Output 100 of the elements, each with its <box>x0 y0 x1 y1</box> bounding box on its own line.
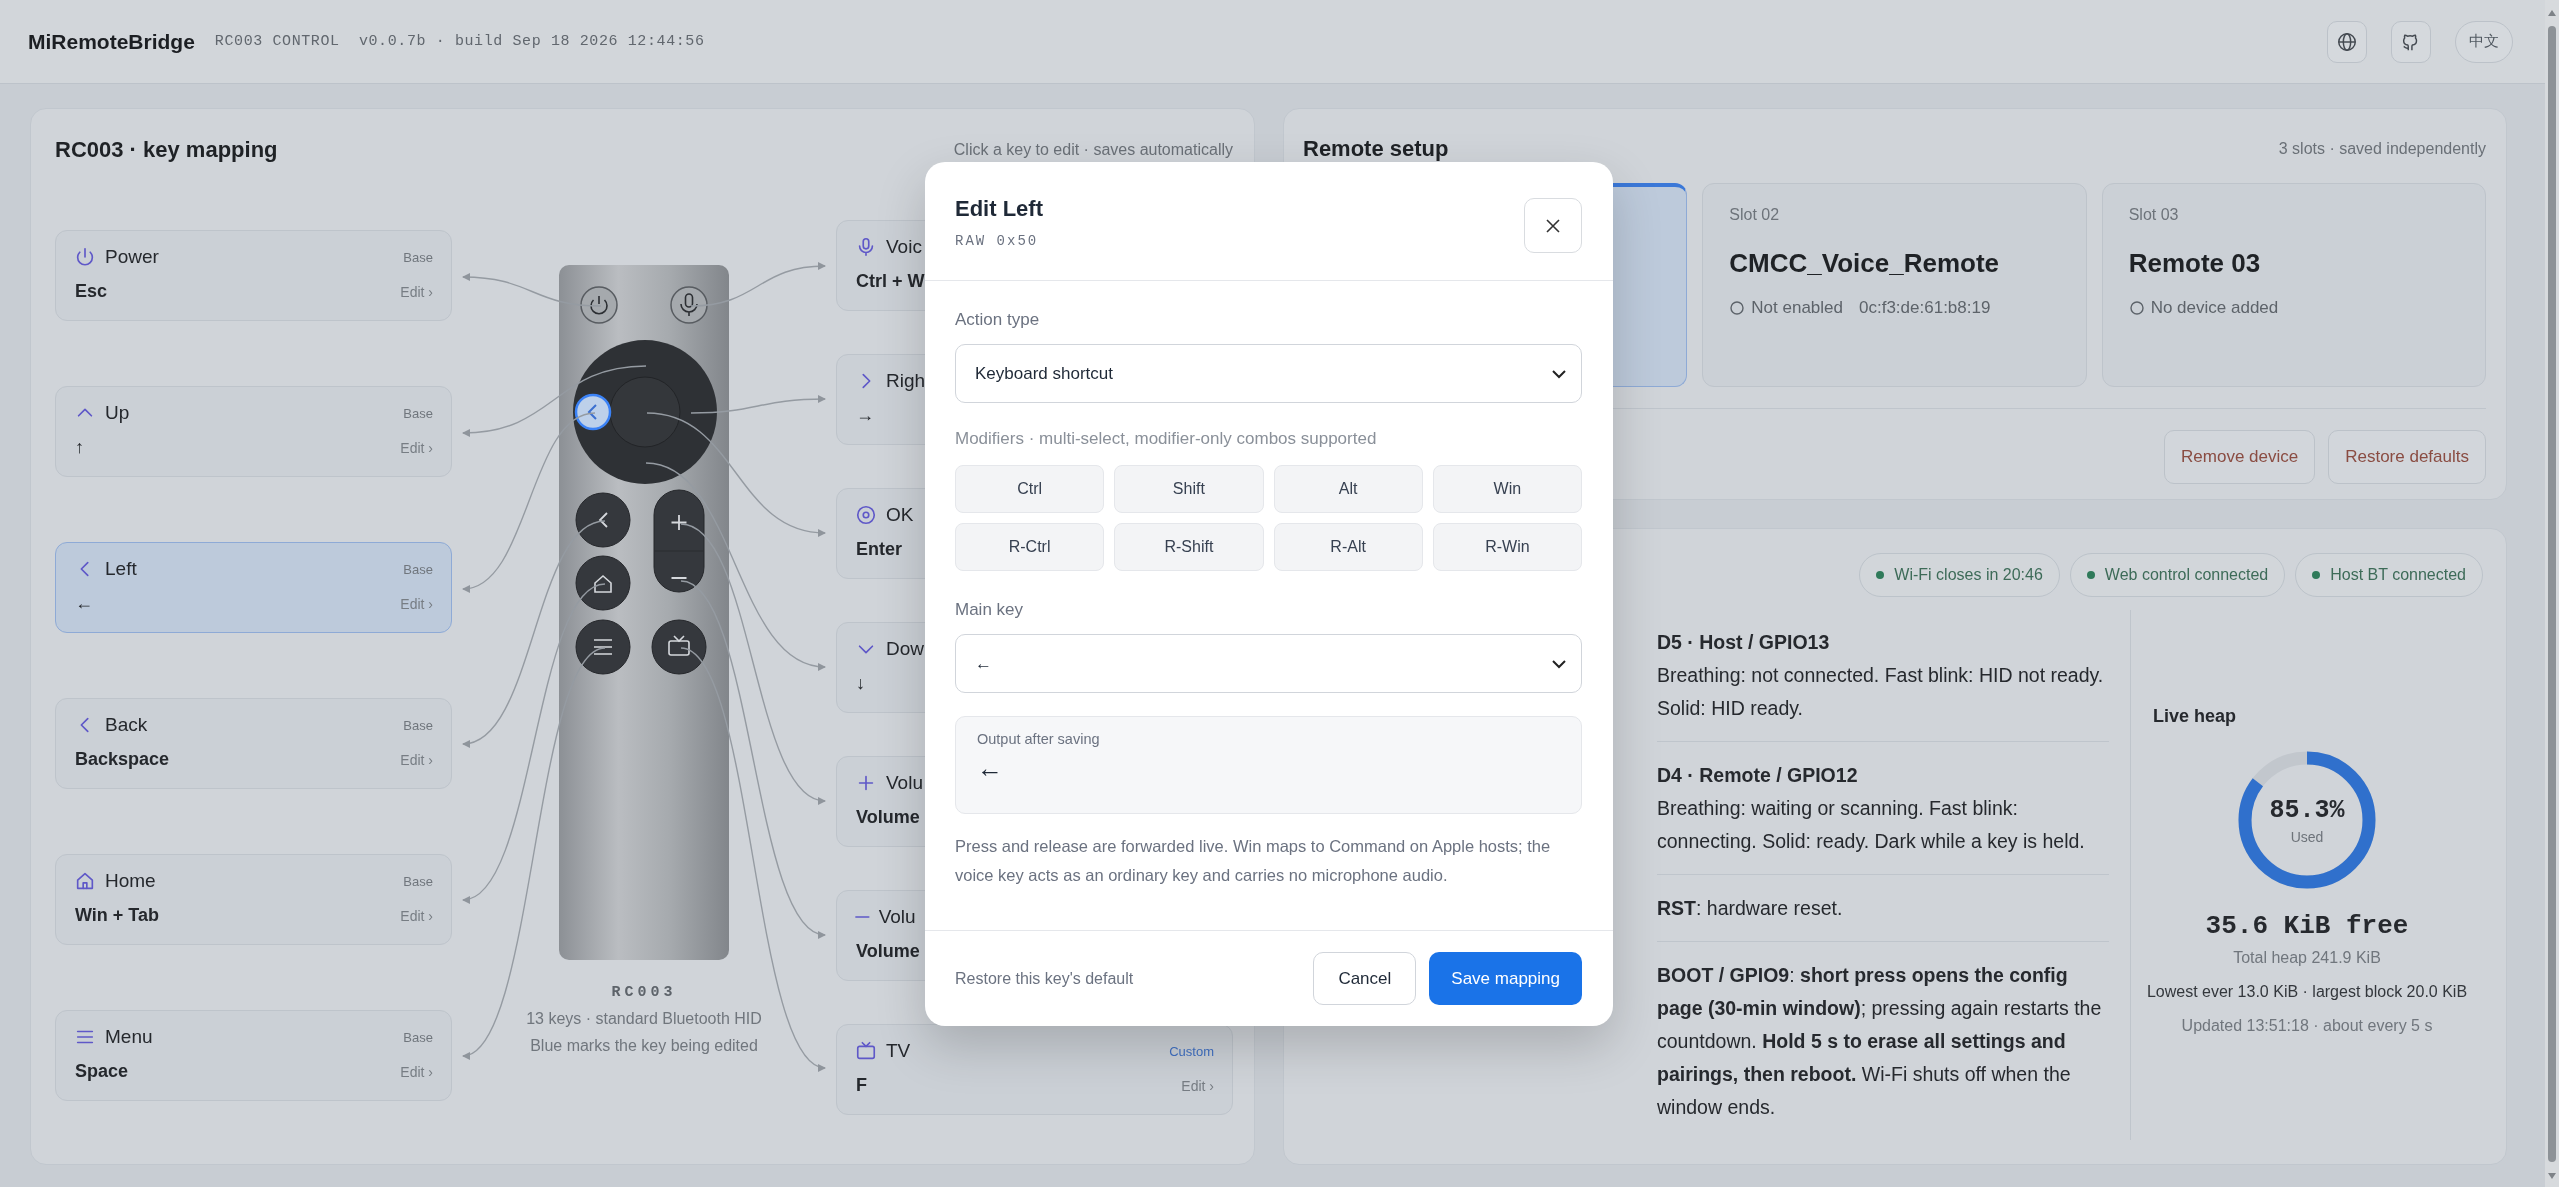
key-name: TV <box>886 1040 911 1062</box>
key-card[interactable]: Home Base Win + Tab Edit › <box>55 854 452 945</box>
key-card[interactable]: TV Custom F Edit › <box>836 1024 1233 1115</box>
target-icon <box>855 504 877 526</box>
modifier-toggle[interactable]: Ctrl <box>955 465 1105 513</box>
key-code: RAW 0x50 <box>955 233 1040 249</box>
device-address: 0c:f3:de:61:b8:19 <box>1859 298 1991 318</box>
build-info: RC003 CONTROL v0.0.7b · build Sep 18 2026 12:44:56 <box>214 33 705 50</box>
status-text: Web control connected <box>2104 566 2269 584</box>
key-tag: Base <box>403 405 433 421</box>
restore-default-link[interactable]: Restore this key's default <box>955 969 1314 988</box>
key-tag: Base <box>403 1029 433 1045</box>
globe-icon <box>2336 30 2358 53</box>
slot-label: Slot 03 <box>2128 206 2180 224</box>
modifier-toggle[interactable]: R-Ctrl <box>955 523 1105 571</box>
key-name: Back <box>105 714 148 736</box>
restore-defaults-button[interactable]: Restore defaults <box>2328 430 2486 484</box>
heap-title: Live heap <box>2153 706 2237 727</box>
key-value: ↑ <box>74 437 84 458</box>
key-value: ← <box>74 593 93 614</box>
status-text: Host BT connected <box>2330 566 2466 584</box>
help-text: Press and release are forwarded live. Win maps to Command on Apple hosts; the voice key acts as an ordinary key and carries no microphone audio. <box>955 836 1552 886</box>
heap-percent-label: Used <box>2290 828 2324 845</box>
led-description: BOOT / GPIO9: short press opens the config page (30-min window); pressing again restarts the countdown. Hold 5 s to erase all settings and pairings, then reboot. Wi-Fi shuts off when the window ends. <box>1657 963 2103 1120</box>
heap-updated: Updated 13:51:18 · about every 5 s <box>2181 1017 2433 1035</box>
slot-card[interactable]: Slot 03 Remote 03 No device added <box>2101 183 2486 387</box>
slot-name: Remote 03 <box>2128 248 2262 279</box>
field-label: Main key <box>955 599 1025 621</box>
status-circle-icon <box>1729 300 1746 316</box>
field-label: Modifiers · multi-select, modifier-only combos supported <box>955 428 1378 450</box>
app-title: MiRemoteBridge <box>28 29 195 54</box>
key-name: Volu <box>886 772 923 794</box>
modifier-toggle[interactable]: R-Shift <box>1114 523 1264 571</box>
key-value: Ctrl + W <box>855 271 925 292</box>
minus-icon <box>855 915 870 919</box>
key-card[interactable]: Up Base ↑ Edit › <box>55 386 452 477</box>
key-value: Volume <box>855 807 920 828</box>
key-card[interactable]: Menu Base Space Edit › <box>55 1010 452 1101</box>
key-value: Esc <box>74 281 108 302</box>
led-title: D4 · Remote / GPIO12 <box>1657 763 1859 788</box>
tv-icon <box>855 1040 877 1062</box>
key-name: Up <box>105 402 130 424</box>
modifier-toggle[interactable]: R-Alt <box>1273 523 1423 571</box>
action-type-dropdown[interactable]: Keyboard shortcut <box>955 344 1582 403</box>
modifier-toggle[interactable]: Win <box>1432 465 1582 513</box>
key-value: Space <box>74 1061 129 1082</box>
field-label: Action type <box>955 309 1041 331</box>
key-card[interactable]: Back Base Backspace Edit › <box>55 698 452 789</box>
key-name: Left <box>105 558 137 580</box>
slot-status: No device added <box>2150 298 2279 318</box>
cancel-button[interactable]: Cancel <box>1313 952 1417 1005</box>
language-toggle[interactable]: 中文 <box>2455 20 2513 63</box>
heap-lowest: Lowest ever 13.0 KiB · largest block 20.0 KiB <box>2146 983 2468 1001</box>
remove-device-button[interactable]: Remove device <box>2164 430 2316 484</box>
remote-caption: 13 keys · standard Bluetooth HID <box>526 1010 762 1028</box>
key-name: Home <box>105 870 156 892</box>
key-value: Win + Tab <box>74 905 159 926</box>
scroll-up-icon <box>2547 8 2557 18</box>
key-name: Menu <box>105 1026 153 1048</box>
status-text: Wi-Fi closes in 20:46 <box>1894 566 2043 584</box>
modifier-toggle[interactable]: R-Win <box>1432 523 1582 571</box>
key-name: OK <box>886 504 914 526</box>
scroll-down-icon <box>2547 1171 2557 1181</box>
slot-name: CMCC_Voice_Remote <box>1729 248 2001 279</box>
key-tag: Base <box>403 873 433 889</box>
key-card[interactable]: Left Base ← Edit › <box>55 542 452 633</box>
dialog-title: Edit Left <box>955 196 1043 222</box>
key-name: Righ <box>886 370 926 392</box>
main-key-dropdown[interactable]: ← <box>955 634 1582 693</box>
heap-free: 35.6 KiB free <box>2205 911 2409 941</box>
close-icon <box>1544 216 1562 235</box>
led-description: Breathing: waiting or scanning. Fast blink: connecting. Solid: ready. Dark while a key is held. <box>1657 796 2086 854</box>
key-value: ↓ <box>855 673 865 694</box>
key-name: Voic <box>886 236 922 258</box>
panel-hint: 3 slots · saved independently <box>2278 140 2486 158</box>
heap-percent: 85.3% <box>2269 795 2345 825</box>
led-description: Breathing: not connected. Fast blink: HID not ready. Solid: HID ready. <box>1657 663 2105 721</box>
heap-total: Total heap 241.9 KiB <box>2233 949 2381 967</box>
repository-button[interactable] <box>2391 20 2431 63</box>
status-circle-icon <box>2128 300 2145 316</box>
output-value: ← <box>977 753 1004 784</box>
key-tag: Custom <box>1169 1043 1214 1059</box>
key-name: Power <box>105 246 159 268</box>
slot-status: Not enabled <box>1751 298 1843 318</box>
key-name: Dow <box>886 638 924 660</box>
scrollbar-thumb[interactable] <box>2548 26 2556 1162</box>
panel-title: RC003 · key mapping <box>55 137 278 163</box>
home-icon <box>74 870 96 892</box>
key-card[interactable]: Power Base Esc Edit › <box>55 230 452 321</box>
language-button[interactable] <box>2327 20 2367 63</box>
key-name: Volu <box>878 906 916 928</box>
status-dot <box>2086 571 2095 579</box>
slot-card[interactable]: Slot 02 CMCC_Voice_Remote Not enabled 0c:f3:de:61:b8:19 <box>1702 183 2087 387</box>
led-description: RST: hardware reset. <box>1657 896 1844 921</box>
modifier-toggle[interactable]: Alt <box>1273 465 1423 513</box>
key-tag: Base <box>403 717 433 733</box>
save-button[interactable]: Save mapping <box>1429 952 1582 1005</box>
led-title: D5 · Host / GPIO13 <box>1657 630 1831 655</box>
key-tag: Base <box>403 561 433 577</box>
modifier-toggle[interactable]: Shift <box>1114 465 1264 513</box>
